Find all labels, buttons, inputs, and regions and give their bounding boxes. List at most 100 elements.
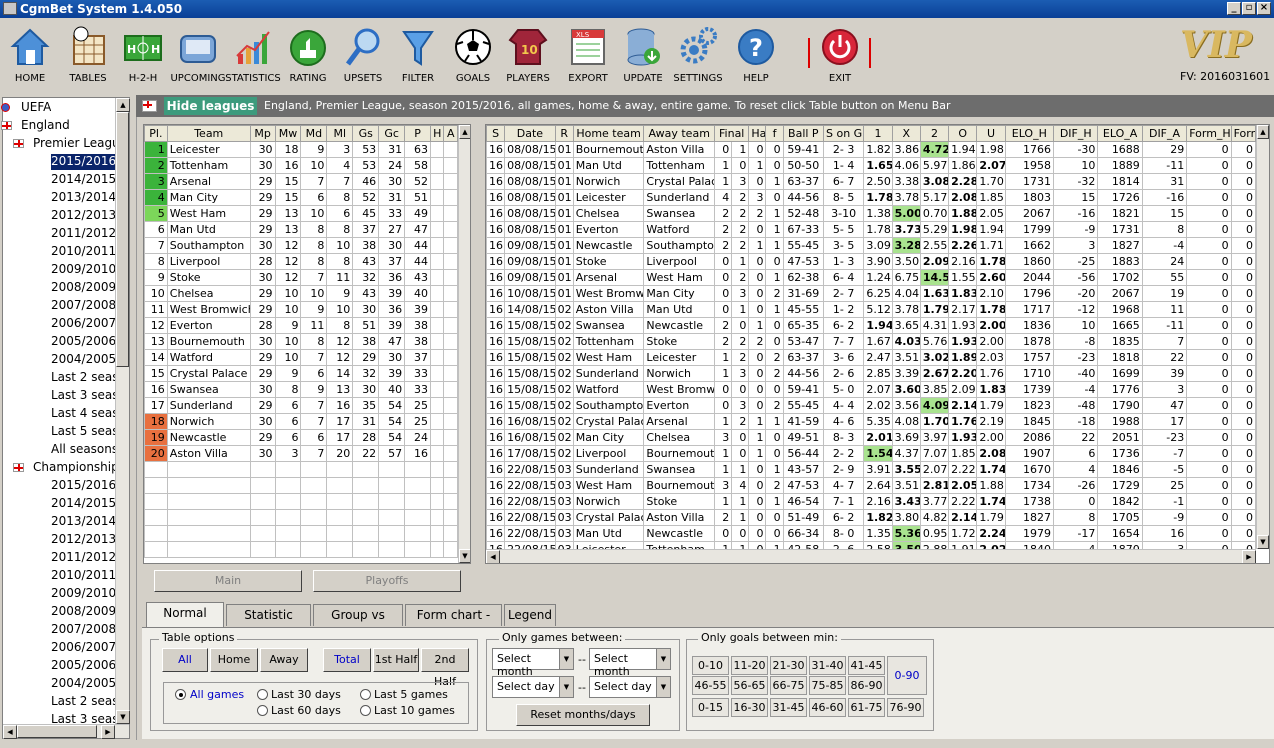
tree-node[interactable]: 2006/2007 xyxy=(51,316,115,332)
period-total-button[interactable]: Total xyxy=(323,648,371,672)
tree-node[interactable]: 2004/2005 xyxy=(51,676,115,692)
column-header[interactable]: 1 xyxy=(863,125,893,142)
help-button[interactable]: ? HELP xyxy=(728,22,784,94)
column-header[interactable]: Form_H xyxy=(1186,125,1232,142)
table-row[interactable]: 6 Man Utd 29 13 8 8 37 27 47 xyxy=(144,221,458,238)
tree-node[interactable]: Last 3 seasons xyxy=(51,388,115,404)
column-header[interactable]: Gs xyxy=(352,125,380,142)
table-row[interactable]: 19 Newcastle 29 6 6 17 28 54 24 xyxy=(144,429,458,446)
goal-range-button[interactable]: 41-45 xyxy=(848,656,885,675)
scroll-right-button[interactable]: ▶ xyxy=(101,725,115,739)
table-row[interactable]: 7 Southampton 30 12 8 10 38 30 44 xyxy=(144,237,458,254)
tree-node[interactable]: 2012/2013 xyxy=(51,532,115,548)
to-day-select[interactable]: Select day ▼ xyxy=(589,676,671,698)
maximize-button[interactable]: ▫ xyxy=(1242,2,1256,15)
scope-all-button[interactable]: All xyxy=(162,648,208,672)
tab-form-chart[interactable]: Form chart - beta xyxy=(405,604,502,642)
statistics-button[interactable]: STATISTICS xyxy=(225,22,281,94)
players-button[interactable]: 10 PLAYERS xyxy=(500,22,556,94)
table-row[interactable]: 16 15/08/15 02 Southampton Everton 0 3 0 2 55-45 4… xyxy=(486,397,1257,414)
period-2nd-half-button[interactable]: 2nd Half xyxy=(421,648,469,688)
table-row[interactable]: 16 Swansea 30 8 9 13 30 40 33 xyxy=(144,381,458,398)
column-header[interactable]: f xyxy=(765,125,784,142)
goal-range-button[interactable]: 46-55 xyxy=(692,676,729,695)
column-header[interactable]: 2 xyxy=(919,125,950,142)
goal-range-button[interactable]: 21-30 xyxy=(770,656,807,675)
tab-legend[interactable]: Legend xyxy=(504,604,556,626)
table-row[interactable]: 16 14/08/15 02 Aston Villa Man Utd 0 1 0 1 45-55 1… xyxy=(486,301,1257,318)
goal-range-button[interactable]: 56-65 xyxy=(731,676,768,695)
table-row[interactable]: 16 15/08/15 02 Swansea Newcastle 2 0 1 0 65-35 6- … xyxy=(486,317,1257,334)
column-header[interactable]: A xyxy=(443,125,458,142)
scroll-up-button[interactable]: ▲ xyxy=(116,98,130,112)
table-row[interactable]: 1610/08/1501West BromwichMan City030231-… xyxy=(486,285,1257,302)
tree-node[interactable]: 2008/2009 xyxy=(51,604,115,620)
tree-node[interactable]: England xyxy=(21,118,70,134)
table-row[interactable]: 1608/08/1501NorwichCrystal Palace130163-… xyxy=(486,173,1257,190)
table-row[interactable]: 16 22/08/15 03 West Ham Bournemouth 3 4 0 2 47-53… xyxy=(486,477,1257,494)
table-row[interactable]: 1616/08/1502Crystal PalaceArsenal121141-… xyxy=(486,413,1257,430)
goal-range-button[interactable]: 66-75 xyxy=(770,676,807,695)
column-header[interactable]: Pl. xyxy=(144,125,168,142)
tree-node[interactable]: All seasons xyxy=(51,442,115,458)
tree-scrollbar[interactable]: ▲ ▼ xyxy=(115,98,130,724)
to-month-select[interactable]: Select month ▼ xyxy=(589,648,671,678)
table-row[interactable]: 16 08/08/15 01 Everton Watford 2 2 0 1 67-33 5- 51… xyxy=(486,221,1257,238)
table-row[interactable]: 1615/08/1502WatfordWest Bromwich000059-4… xyxy=(486,381,1257,398)
column-header[interactable]: ELO_A xyxy=(1097,125,1143,142)
table-row[interactable]: 8 Liverpool 28 12 8 8 43 37 44 xyxy=(144,253,458,270)
league-tree[interactable]: UEFA England Premier League 2015/2016 2014/2… xyxy=(1,97,130,739)
tree-node[interactable]: 2005/2006 xyxy=(51,334,115,350)
column-header[interactable]: Date xyxy=(504,125,556,142)
upcoming-button[interactable]: UPCOMING xyxy=(170,22,226,94)
goal-range-button[interactable]: 16-30 xyxy=(731,698,768,717)
tree-node[interactable]: 2011/2012 xyxy=(51,226,115,242)
column-header[interactable]: DIF_H xyxy=(1053,125,1099,142)
tab-group-vs-group[interactable]: Group vs group xyxy=(313,604,403,642)
tree-node[interactable]: 2007/2008 xyxy=(51,298,115,314)
table-row[interactable]: 15 Crystal Palace 29 9 6 14 32 39 33 xyxy=(144,365,458,382)
scroll-thumb[interactable] xyxy=(116,112,129,367)
table-row[interactable]: 16 16/08/15 02 Man City Chelsea 3 0 1 0 49-51 8- 3… xyxy=(486,429,1257,446)
tree-hscrollbar[interactable]: ◀ ▶ xyxy=(3,724,129,739)
tab-normal-tables[interactable]: Normal tables xyxy=(146,602,224,640)
tree-node[interactable]: 2004/2005 xyxy=(51,352,115,368)
tree-node[interactable]: 2007/2008 xyxy=(51,622,115,638)
tree-node[interactable]: 2015/2016 xyxy=(51,478,115,494)
table-row[interactable]: 16 22/08/15 03 Sunderland Swansea 1 1 0 1 43-57 2-… xyxy=(486,461,1257,478)
upsets-button[interactable]: UPSETS xyxy=(335,22,391,94)
reset-months-days-button[interactable]: Reset months/days xyxy=(516,704,650,726)
goal-range-button[interactable]: 76-90 xyxy=(887,698,924,717)
tree-node[interactable]: Last 2 seasons xyxy=(51,694,115,710)
update-button[interactable]: UPDATE xyxy=(615,22,671,94)
table-row[interactable]: 16 08/08/15 01 Leicester Sunderland 4 2 3 0 44-56… xyxy=(486,189,1257,206)
matches-hscrollbar[interactable]: ◀ ▶ xyxy=(486,549,1256,563)
period-1st-half-button[interactable]: 1st Half xyxy=(373,648,419,672)
column-header[interactable]: P xyxy=(404,125,431,142)
column-header[interactable]: Mw xyxy=(274,125,302,142)
table-row[interactable]: 16 08/08/15 01 Man Utd Tottenham 1 0 1 0 50-50 1- … xyxy=(486,157,1257,174)
tree-node[interactable]: 2015/2016 xyxy=(51,154,115,170)
tree-node[interactable]: Last 4 seasons xyxy=(51,406,115,422)
column-header[interactable]: Home team xyxy=(572,125,645,142)
tab-statistic-tables[interactable]: Statistic tables xyxy=(226,604,311,642)
tree-node[interactable]: 2013/2014 xyxy=(51,514,115,530)
table-row[interactable]: 1622/08/1503Crystal PalaceAston Villa210… xyxy=(486,509,1257,526)
table-row[interactable]: 16 08/08/15 01 Chelsea Swansea 2 2 2 1 52-48 3-10 1… xyxy=(486,205,1257,222)
scroll-left-button[interactable]: ◀ xyxy=(3,725,17,739)
tree-node[interactable]: 2009/2010 xyxy=(51,262,115,278)
goal-range-button[interactable]: 0-10 xyxy=(692,656,729,675)
scroll-right-button[interactable]: ▶ xyxy=(1242,550,1256,563)
h2h-button[interactable]: HH H-2-H xyxy=(115,22,171,94)
playoffs-button[interactable]: Playoffs xyxy=(313,570,461,592)
standings-scrollbar[interactable]: ▲ ▼ xyxy=(458,125,470,563)
tree-node[interactable]: 2014/2015 xyxy=(51,172,115,188)
goal-range-button[interactable]: 31-40 xyxy=(809,656,846,675)
all-games-radio[interactable] xyxy=(175,689,186,700)
goal-range-button[interactable]: 75-85 xyxy=(809,676,846,695)
column-header[interactable]: S on G xyxy=(822,125,865,142)
table-row[interactable]: 13 Bournemouth 30 10 8 12 38 47 38 xyxy=(144,333,458,350)
table-row[interactable]: 16 15/08/15 02 Tottenham Stoke 2 2 2 0 53-47 7- 71… xyxy=(486,333,1257,350)
tree-node[interactable]: Last 2 seasons xyxy=(51,370,115,386)
scroll-left-button[interactable]: ◀ xyxy=(486,550,500,563)
